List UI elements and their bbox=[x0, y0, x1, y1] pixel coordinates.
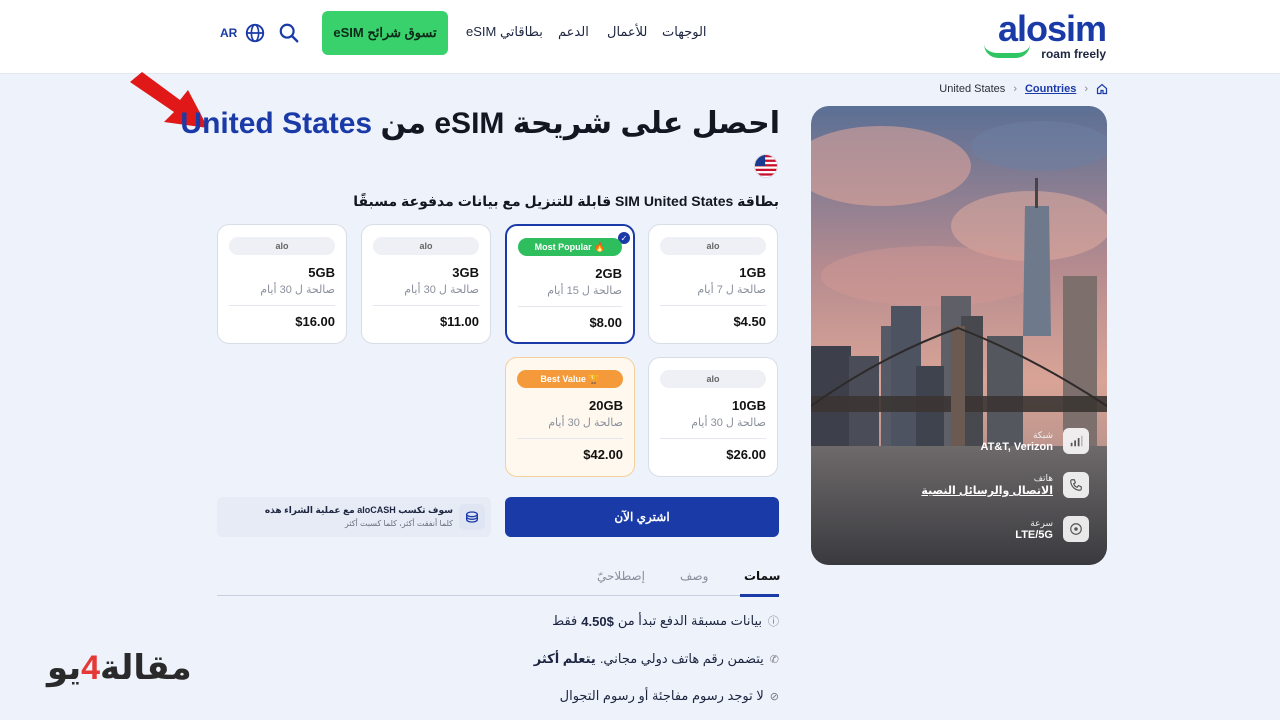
plan-validity: صالحة ل 30 أيام bbox=[260, 284, 335, 296]
plan-price: $16.00 bbox=[295, 314, 335, 329]
best-value-badge: Best Value 🏆 bbox=[517, 370, 623, 388]
coins-icon bbox=[459, 504, 485, 530]
watermark-part1: مقالة bbox=[100, 649, 192, 687]
shop-esims-button[interactable]: تسوق شرائح eSIM bbox=[322, 11, 448, 55]
feature-prepaid-data: ⓘ بيانات مسبقة الدفع تبدأ من 4.50$ فقط bbox=[552, 613, 779, 629]
tab-features[interactable]: سمات bbox=[744, 569, 780, 583]
learn-more-link[interactable]: يتعلم أكثر bbox=[534, 651, 596, 667]
nav-business[interactable]: للأعمال bbox=[607, 24, 647, 40]
plan-badge: alo bbox=[229, 237, 335, 255]
plan-card-3gb[interactable]: alo 3GB صالحة ل 30 أيام $11.00 bbox=[361, 224, 491, 344]
breadcrumb: United States › Countries › bbox=[939, 83, 1108, 95]
plan-data: 1GB bbox=[739, 265, 766, 280]
speed-label: سرعة bbox=[1030, 517, 1053, 528]
phone-label: هاتف bbox=[1033, 473, 1053, 483]
plan-divider bbox=[660, 305, 766, 306]
alocash-banner: سوف تكسب aloCASH مع عملية الشراء هذه كلم… bbox=[217, 497, 491, 537]
network-value: AT&T, Verizon bbox=[980, 440, 1053, 453]
tab-technical[interactable]: إصطلاحيّ bbox=[597, 569, 645, 583]
no-fee-icon: ⊘ bbox=[769, 690, 779, 703]
language-switch[interactable]: AR bbox=[220, 26, 237, 40]
plan-badge: alo bbox=[373, 237, 479, 255]
feature-text: لا توجد رسوم مفاجئة أو رسوم التجوال bbox=[559, 688, 764, 703]
plan-price: $4.50 bbox=[733, 314, 766, 329]
plan-divider bbox=[660, 438, 766, 439]
title-prefix: احصل على شريحة eSIM من bbox=[372, 107, 780, 140]
plan-divider bbox=[517, 438, 623, 439]
speed-icon bbox=[1063, 516, 1089, 542]
breadcrumb-separator: › bbox=[1084, 83, 1088, 95]
nav-destinations[interactable]: الوجهات bbox=[662, 24, 707, 40]
plan-badge: alo bbox=[660, 370, 766, 388]
most-popular-badge: Most Popular 🔥 bbox=[518, 238, 622, 256]
feature-bold: 4.50$ bbox=[581, 613, 614, 629]
breadcrumb-current: United States bbox=[939, 83, 1006, 95]
plan-data: 10GB bbox=[732, 398, 766, 413]
feature-after: فقط bbox=[552, 613, 578, 628]
plan-card-2gb[interactable]: ✓ Most Popular 🔥 2GB صالحة ل 15 أيام $8.… bbox=[505, 224, 635, 344]
speed-value: LTE/5G bbox=[1015, 528, 1053, 541]
plan-divider bbox=[373, 305, 479, 306]
alosim-logo[interactable]: alosim roam freely bbox=[980, 8, 1110, 64]
plan-validity: صالحة ل 7 أيام bbox=[697, 284, 766, 296]
breadcrumb-separator: › bbox=[1013, 83, 1017, 95]
nyc-skyline-photo: شبكة AT&T, Verizon هاتف الاتصال والرسائل… bbox=[811, 106, 1107, 565]
plan-validity: صالحة ل 15 أيام bbox=[547, 285, 622, 297]
feature-text: يتضمن رقم هاتف دولي مجاني. bbox=[599, 651, 764, 666]
plan-card-10gb[interactable]: alo 10GB صالحة ل 30 أيام $26.00 bbox=[648, 357, 778, 477]
active-tab-indicator bbox=[740, 594, 779, 597]
us-flag-icon bbox=[754, 154, 778, 178]
signal-icon bbox=[1063, 428, 1089, 454]
speed-info: سرعة LTE/5G bbox=[1015, 516, 1089, 542]
page-subtitle: بطاقة SIM United States قابلة للتنزيل مع… bbox=[353, 193, 779, 209]
plan-validity: صالحة ل 30 أيام bbox=[691, 417, 766, 429]
plan-price: $8.00 bbox=[589, 315, 622, 330]
nav-support[interactable]: الدعم bbox=[558, 24, 589, 40]
plan-data: 2GB bbox=[595, 266, 622, 281]
plan-badge: alo bbox=[660, 237, 766, 255]
feature-no-roaming: ⊘ لا توجد رسوم مفاجئة أو رسوم التجوال bbox=[560, 688, 779, 704]
tab-description[interactable]: وصف bbox=[680, 569, 708, 583]
logo-smile bbox=[984, 44, 1030, 58]
network-info: شبكة AT&T, Verizon bbox=[980, 428, 1089, 454]
plan-price: $42.00 bbox=[583, 447, 623, 462]
phone-icon bbox=[1063, 472, 1089, 498]
plan-data: 5GB bbox=[308, 265, 335, 280]
nav-my-esims[interactable]: بطاقاتي eSIM bbox=[466, 24, 543, 40]
breadcrumb-countries-link[interactable]: Countries bbox=[1025, 83, 1076, 95]
alocash-line1: سوف تكسب aloCASH مع عملية الشراء هذه bbox=[264, 505, 453, 515]
globe-icon[interactable] bbox=[244, 22, 266, 44]
info-icon: ⓘ bbox=[768, 616, 779, 628]
title-country: United States bbox=[180, 107, 373, 140]
buy-now-button[interactable]: اشتري الآن bbox=[505, 497, 779, 537]
phone-info: هاتف الاتصال والرسائل النصية bbox=[921, 472, 1089, 498]
logo-tagline: roam freely bbox=[1041, 47, 1106, 61]
plan-divider bbox=[229, 305, 335, 306]
plan-price: $11.00 bbox=[439, 314, 479, 329]
search-icon[interactable] bbox=[278, 22, 300, 44]
watermark-logo: مقالة4يو bbox=[47, 648, 192, 688]
phone-value[interactable]: الاتصال والرسائل النصية bbox=[921, 484, 1053, 497]
watermark-four: 4 bbox=[81, 649, 101, 687]
plan-card-5gb[interactable]: alo 5GB صالحة ل 30 أيام $16.00 bbox=[217, 224, 347, 344]
network-label: شبكة bbox=[1032, 429, 1053, 440]
product-tabs: سمات وصف إصطلاحيّ bbox=[217, 560, 780, 597]
plan-card-20gb[interactable]: Best Value 🏆 20GB صالحة ل 30 أيام $42.00 bbox=[505, 357, 635, 477]
plan-validity: صالحة ل 30 أيام bbox=[548, 417, 623, 429]
alocash-line2: كلما أنفقت أكثر، كلما كسبت أكثر bbox=[344, 519, 453, 528]
watermark-part2: يو bbox=[47, 649, 82, 687]
plan-divider bbox=[518, 306, 622, 307]
feature-text: بيانات مسبقة الدفع تبدأ من bbox=[617, 613, 762, 628]
plan-data: 20GB bbox=[589, 398, 623, 413]
home-icon[interactable] bbox=[1096, 83, 1108, 95]
plan-data: 3GB bbox=[452, 265, 479, 280]
plan-card-1gb[interactable]: alo 1GB صالحة ل 7 أيام $4.50 bbox=[648, 224, 778, 344]
phone-icon: ✆ bbox=[769, 653, 779, 666]
plan-validity: صالحة ل 30 أيام bbox=[404, 284, 479, 296]
page-title: احصل على شريحة eSIM من United States bbox=[180, 106, 780, 141]
plan-price: $26.00 bbox=[726, 447, 766, 462]
site-header: alosim roam freely الوجهات للأعمال الدعم… bbox=[0, 0, 1280, 74]
feature-phone-number: ✆ يتضمن رقم هاتف دولي مجاني. يتعلم أكثر bbox=[534, 651, 779, 667]
